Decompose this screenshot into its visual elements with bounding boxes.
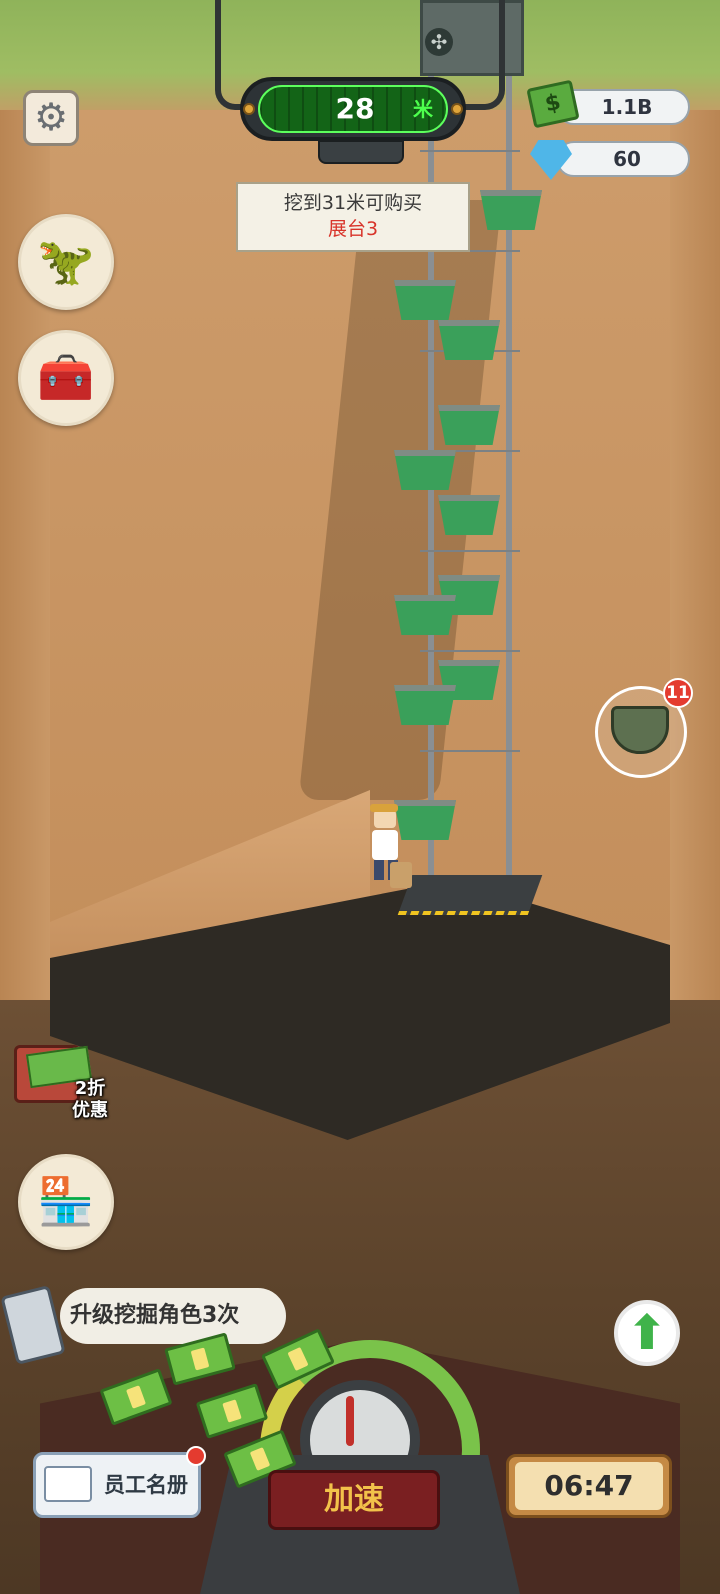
treasure-chest-icon: 🧰 xyxy=(37,350,95,404)
depth-unit: 米 xyxy=(413,97,433,121)
worker-body xyxy=(372,830,398,860)
worker-leg xyxy=(374,860,384,880)
discount-label: 2折 优惠 xyxy=(50,1078,130,1128)
treasure-button[interactable]: 🧰 xyxy=(18,330,114,426)
worker-head xyxy=(374,810,396,828)
tower-rail-right xyxy=(506,60,512,880)
gem-counter: 60 xyxy=(556,141,690,177)
shop-button[interactable]: 🏪 xyxy=(18,1154,114,1250)
tower-lattice xyxy=(420,150,520,152)
notice-text: 挖到31米可购买 xyxy=(283,192,423,214)
shop-storefront-icon: 🏪 xyxy=(37,1174,95,1228)
countdown-timer: 06:47 xyxy=(515,1462,663,1510)
depth-value: 28 xyxy=(335,92,375,125)
speed-up-button[interactable]: 加速 xyxy=(268,1470,440,1530)
unlock-notice: 挖到31米可购买 展台3 xyxy=(236,182,470,252)
elevator-bucket xyxy=(394,450,456,490)
up-arrow-icon: ⬆ xyxy=(626,1305,668,1361)
task-banner[interactable]: 升级挖掘角色3次 xyxy=(60,1288,286,1344)
notice-target: 展台3 xyxy=(327,218,379,240)
elevator-bucket xyxy=(480,190,542,230)
elevator-bucket xyxy=(438,405,500,445)
elevator-bucket xyxy=(438,495,500,535)
dinosaur-skull-icon: 🦖 xyxy=(37,234,95,288)
elevator-bucket xyxy=(394,595,456,635)
notification-dot xyxy=(186,1446,206,1466)
worker-helmet xyxy=(370,804,398,812)
meter-bolt xyxy=(451,103,463,115)
gem-value: 60 xyxy=(613,147,641,171)
elevator-bucket xyxy=(438,320,500,360)
discount-word: 优惠 xyxy=(72,1100,108,1121)
drill-crate xyxy=(390,862,412,888)
id-card-icon xyxy=(44,1466,92,1502)
meter-foot xyxy=(318,140,404,164)
task-text: 升级挖掘角色3次 xyxy=(70,1303,240,1328)
fossil-collection-button[interactable]: 🦖 xyxy=(18,214,114,310)
cash-value: 1.1B xyxy=(601,95,653,119)
gauge-needle xyxy=(346,1396,354,1446)
elevator-bucket xyxy=(394,280,456,320)
digger-character[interactable] xyxy=(360,800,420,910)
gear-icon: ⚙ xyxy=(33,95,69,139)
tower-lattice xyxy=(420,650,520,652)
tower-lattice xyxy=(420,750,520,752)
artifact-count-badge: 11 xyxy=(663,678,693,708)
upgrade-button[interactable]: ⬆ xyxy=(614,1300,680,1366)
tower-lattice xyxy=(420,550,520,552)
discount-percent: 2折 xyxy=(74,1078,106,1099)
settings-button[interactable]: ⚙ xyxy=(23,90,79,146)
meter-bolt xyxy=(243,103,255,115)
right-pit-wall xyxy=(670,110,720,1020)
staff-roster-label: 员工名册 xyxy=(104,1473,188,1497)
elevator-bucket xyxy=(394,685,456,725)
